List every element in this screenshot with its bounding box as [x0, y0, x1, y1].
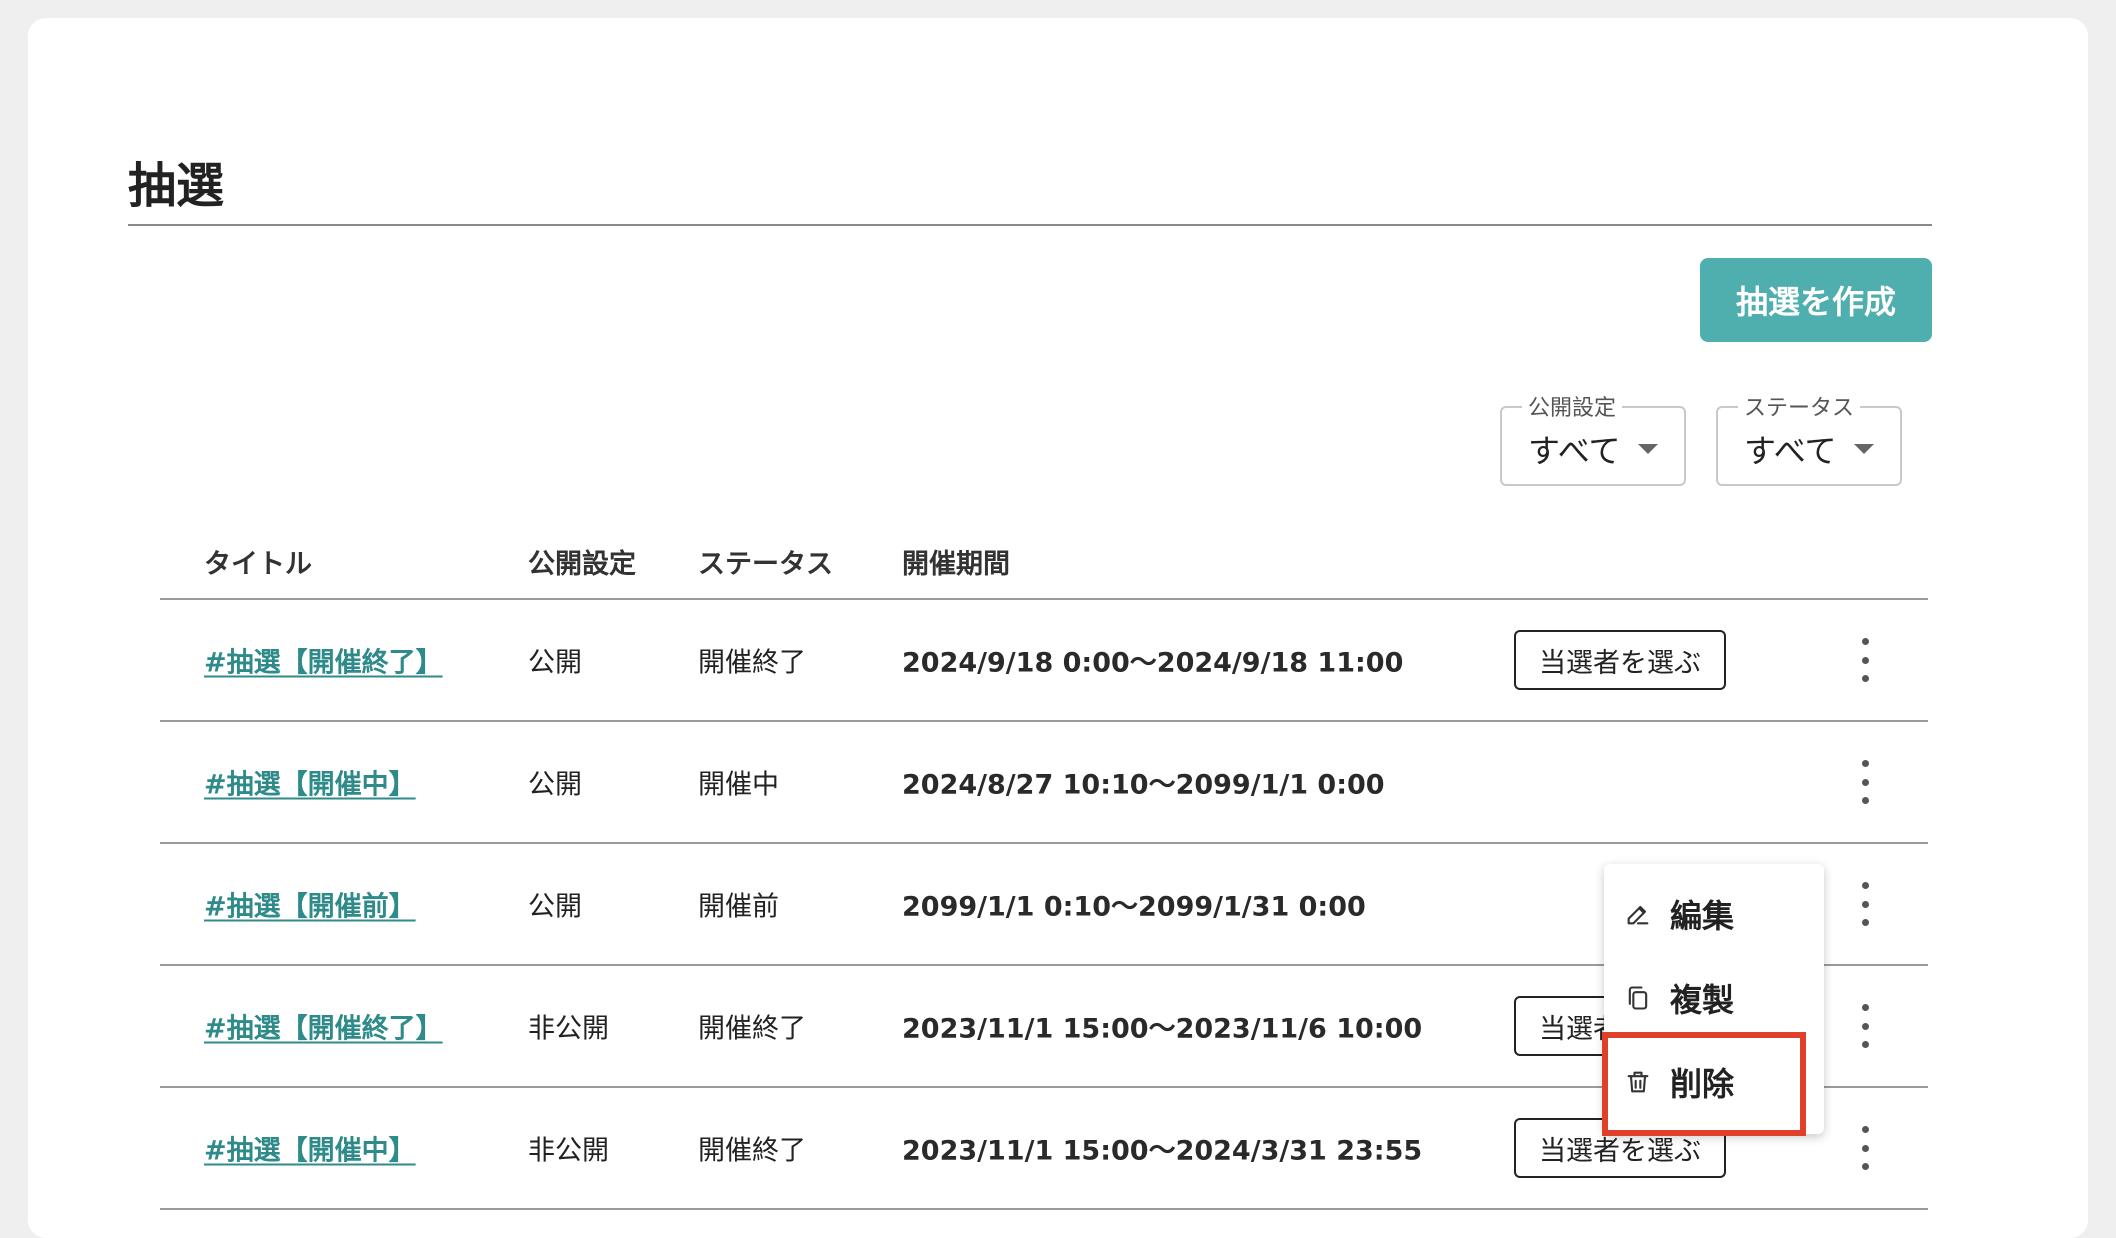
create-lottery-button[interactable]: 抽選を作成	[1700, 258, 1932, 342]
visibility-cell: 公開	[528, 647, 582, 679]
period-cell: 2024/8/27 10:10〜2099/1/1 0:00	[902, 769, 1385, 801]
menu-item-label: 複製	[1670, 981, 1735, 1019]
caret-down-icon	[1638, 444, 1658, 454]
visibility-cell: 公開	[528, 891, 582, 923]
more-options-icon[interactable]	[1850, 1004, 1880, 1048]
table-row: #抽選【開催中】 公開 開催中 2024/8/27 10:10〜2099/1/1…	[160, 722, 1928, 844]
status-filter-value: すべて	[1744, 432, 1837, 470]
period-cell: 2023/11/1 15:00〜2024/3/31 23:55	[902, 1135, 1423, 1167]
period-cell: 2099/1/1 0:10〜2099/1/31 0:00	[902, 891, 1366, 923]
lottery-title-link[interactable]: #抽選【開催中】	[204, 763, 416, 802]
status-cell: 開催終了	[698, 647, 806, 679]
copy-icon	[1628, 986, 1648, 1010]
lottery-title-link[interactable]: #抽選【開催前】	[204, 885, 416, 924]
delete-highlight-box	[1602, 1032, 1806, 1136]
title-divider	[128, 224, 1932, 226]
status-cell: 開催終了	[698, 1135, 806, 1167]
column-header-status: ステータス	[698, 549, 833, 580]
period-cell: 2024/9/18 0:00〜2024/9/18 11:00	[902, 647, 1404, 679]
status-filter-label: ステータス	[1738, 390, 1861, 422]
status-cell: 開催前	[698, 891, 779, 923]
status-cell: 開催中	[698, 769, 779, 801]
more-options-icon[interactable]	[1850, 882, 1880, 926]
visibility-cell: 非公開	[528, 1013, 609, 1045]
table-row: #抽選【開催終了】 公開 開催終了 2024/9/18 0:00〜2024/9/…	[160, 600, 1928, 722]
more-options-icon[interactable]	[1850, 1126, 1880, 1170]
lottery-title-link[interactable]: #抽選【開催中】	[204, 1129, 416, 1168]
visibility-filter-label: 公開設定	[1522, 390, 1623, 422]
caret-down-icon	[1854, 444, 1874, 454]
column-header-title: タイトル	[204, 549, 312, 580]
lottery-title-link[interactable]: #抽選【開催終了】	[204, 1007, 443, 1046]
column-header-period: 開催期間	[902, 549, 1010, 580]
select-winner-button[interactable]: 当選者を選ぶ	[1514, 630, 1726, 690]
menu-item-duplicate[interactable]: 複製	[1604, 958, 1824, 1038]
column-header-visibility: 公開設定	[528, 549, 636, 580]
page-title: 抽選	[128, 158, 225, 214]
edit-icon	[1627, 905, 1649, 925]
status-cell: 開催終了	[698, 1013, 806, 1045]
visibility-filter-select[interactable]: 公開設定 すべて	[1500, 390, 1686, 486]
menu-item-label: 編集	[1670, 897, 1735, 935]
menu-item-edit[interactable]: 編集	[1604, 874, 1824, 954]
more-options-icon[interactable]	[1850, 760, 1880, 804]
more-options-icon[interactable]	[1850, 638, 1880, 682]
lottery-title-link[interactable]: #抽選【開催終了】	[204, 641, 443, 680]
visibility-cell: 公開	[528, 769, 582, 801]
status-filter-select[interactable]: ステータス すべて	[1716, 390, 1902, 486]
period-cell: 2023/11/1 15:00〜2023/11/6 10:00	[902, 1013, 1423, 1045]
table-header: タイトル 公開設定 ステータス 開催期間	[160, 530, 1928, 600]
visibility-cell: 非公開	[528, 1135, 609, 1167]
visibility-filter-value: すべて	[1528, 432, 1621, 470]
